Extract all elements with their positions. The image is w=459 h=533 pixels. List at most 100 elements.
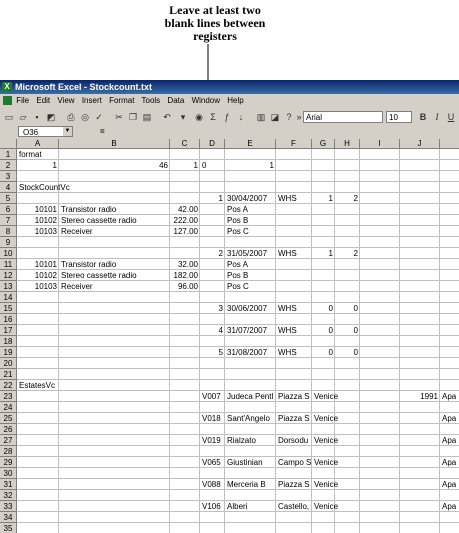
cell-a11[interactable]: 10101	[17, 259, 59, 270]
cell-f17[interactable]: WHS	[276, 325, 312, 336]
cell-d10[interactable]: 2	[200, 248, 225, 259]
row-header-34[interactable]: 34	[0, 512, 17, 523]
cell-d17[interactable]: 4	[200, 325, 225, 336]
row-header-1[interactable]: 1	[0, 149, 17, 160]
cell-c13[interactable]: 96.00	[170, 281, 200, 292]
cell-d5[interactable]: 1	[200, 193, 225, 204]
cell-h17[interactable]: 0	[335, 325, 360, 336]
column-header-j[interactable]: J	[400, 139, 440, 149]
cell-a22[interactable]: EstatesVc	[17, 380, 459, 391]
cell-e11[interactable]: Pos A	[225, 259, 459, 270]
column-header-e[interactable]: E	[225, 139, 276, 149]
row-header-8[interactable]: 8	[0, 226, 17, 237]
select-all-corner[interactable]	[0, 139, 17, 149]
save-icon[interactable]: ▪	[31, 111, 43, 123]
cell-f5[interactable]: WHS	[276, 193, 312, 204]
row-header-7[interactable]: 7	[0, 215, 17, 226]
row-header-6[interactable]: 6	[0, 204, 17, 215]
row-header-31[interactable]: 31	[0, 479, 17, 490]
cell-g23[interactable]: Venice	[312, 391, 400, 402]
cell-g19[interactable]: 0	[312, 347, 335, 358]
cell-e19[interactable]: 31/08/2007	[225, 347, 276, 358]
row-header-12[interactable]: 12	[0, 270, 17, 281]
cell-c6[interactable]: 42.00	[170, 204, 200, 215]
sort-ascending-icon[interactable]: ↓	[235, 111, 247, 123]
cell-e17[interactable]: 31/07/2007	[225, 325, 276, 336]
row-header-24[interactable]: 24	[0, 402, 17, 413]
cell-e15[interactable]: 30/06/2007	[225, 303, 276, 314]
print-preview-icon[interactable]: ◎	[79, 111, 91, 123]
cell-e10[interactable]: 31/05/2007	[225, 248, 276, 259]
cell-d23[interactable]: V007	[200, 391, 225, 402]
row-header-32[interactable]: 32	[0, 490, 17, 501]
row-header-15[interactable]: 15	[0, 303, 17, 314]
hyperlink-icon[interactable]: ◉	[193, 111, 205, 123]
cell-b11[interactable]: Transistor radio	[59, 259, 170, 270]
cell-g33[interactable]: Venice	[312, 501, 440, 512]
font-size-select[interactable]: 10	[386, 111, 412, 123]
row-header-27[interactable]: 27	[0, 435, 17, 446]
column-header-a[interactable]: A	[17, 139, 59, 149]
cell-e31[interactable]: Merceria B	[225, 479, 276, 490]
menu-tools[interactable]: Tools	[142, 96, 161, 105]
cell-d19[interactable]: 5	[200, 347, 225, 358]
cell-a1[interactable]: format	[17, 149, 459, 160]
row-header-20[interactable]: 20	[0, 358, 17, 369]
spelling-icon[interactable]: ✓	[93, 111, 105, 123]
row-header-18[interactable]: 18	[0, 336, 17, 347]
row-header-35[interactable]: 35	[0, 523, 17, 533]
column-header-h[interactable]: H	[335, 139, 360, 149]
cell-d33[interactable]: V106	[200, 501, 225, 512]
cell-d25[interactable]: V018	[200, 413, 225, 424]
cell-g5[interactable]: 1	[312, 193, 335, 204]
autosum-icon[interactable]: Σ	[207, 111, 219, 123]
cell-d2[interactable]: 0	[200, 160, 225, 171]
cell-k29[interactable]: Apa	[440, 457, 459, 468]
cell-f23[interactable]: Piazza S	[276, 391, 312, 402]
permission-icon[interactable]: ◩	[45, 111, 57, 123]
menu-insert[interactable]: Insert	[82, 96, 102, 105]
cell-e12[interactable]: Pos B	[225, 270, 459, 281]
cell-h15[interactable]: 0	[335, 303, 360, 314]
cell-h19[interactable]: 0	[335, 347, 360, 358]
cell-e23[interactable]: Judeca Pentl	[225, 391, 276, 402]
cell-f15[interactable]: WHS	[276, 303, 312, 314]
row-header-26[interactable]: 26	[0, 424, 17, 435]
cell-e25[interactable]: Sant'Angelo	[225, 413, 276, 424]
cell-f33[interactable]: Castello,	[276, 501, 312, 512]
print-icon[interactable]: ⎙	[65, 111, 77, 123]
menu-format[interactable]: Format	[109, 96, 134, 105]
name-box[interactable]: O36 ▼	[18, 126, 73, 137]
cell-f19[interactable]: WHS	[276, 347, 312, 358]
cell-e27[interactable]: Rialzato	[225, 435, 276, 446]
cell-g17[interactable]: 0	[312, 325, 335, 336]
cell-c11[interactable]: 32.00	[170, 259, 200, 270]
cut-icon[interactable]: ✂	[113, 111, 125, 123]
bold-button[interactable]: B	[417, 111, 429, 123]
menu-view[interactable]: View	[57, 96, 74, 105]
cell-k33[interactable]: Apa	[440, 501, 459, 512]
undo-icon[interactable]: ↶	[161, 111, 173, 123]
cell-d15[interactable]: 3	[200, 303, 225, 314]
cell-d27[interactable]: V019	[200, 435, 225, 446]
row-header-14[interactable]: 14	[0, 292, 17, 303]
name-box-dropdown-icon[interactable]: ▼	[63, 127, 72, 136]
cell-e5[interactable]: 30/04/2007	[225, 193, 276, 204]
cell-f27[interactable]: Dorsodu	[276, 435, 312, 446]
cell-c8[interactable]: 127.00	[170, 226, 200, 237]
cell-c7[interactable]: 222.00	[170, 215, 200, 226]
cell-a13[interactable]: 10103	[17, 281, 59, 292]
column-header-d[interactable]: D	[200, 139, 225, 149]
cell-a12[interactable]: 10102	[17, 270, 59, 281]
cell-d31[interactable]: V088	[200, 479, 225, 490]
row-header-13[interactable]: 13	[0, 281, 17, 292]
cell-b7[interactable]: Stereo cassette radio	[59, 215, 170, 226]
cell-e29[interactable]: Giustinian	[225, 457, 276, 468]
cell-k25[interactable]: Apa	[440, 413, 459, 424]
row-header-19[interactable]: 19	[0, 347, 17, 358]
cell-a2[interactable]: 1	[17, 160, 59, 171]
row-header-2[interactable]: 2	[0, 160, 17, 171]
menu-file[interactable]: File	[16, 96, 29, 105]
menu-data[interactable]: Data	[167, 96, 184, 105]
row-header-28[interactable]: 28	[0, 446, 17, 457]
